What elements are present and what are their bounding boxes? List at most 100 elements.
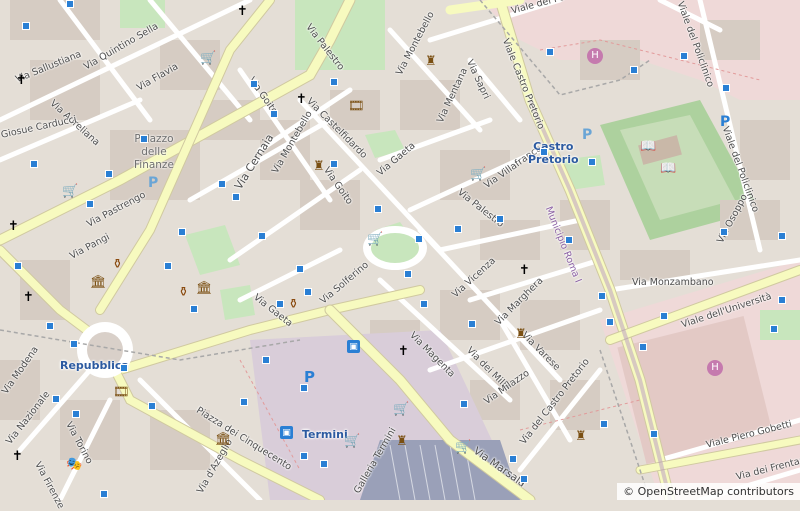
parking-icon[interactable]: P — [148, 176, 158, 190]
bus-stop-marker[interactable] — [258, 232, 266, 240]
bus-stop-marker[interactable] — [650, 430, 658, 438]
bus-stop-marker[interactable] — [565, 236, 573, 244]
bus-stop-marker[interactable] — [320, 460, 328, 468]
church-icon[interactable]: ✝ — [398, 345, 409, 359]
bus-stop-marker[interactable] — [546, 48, 554, 56]
bus-stop-marker[interactable] — [14, 262, 22, 270]
bus-stop-marker[interactable] — [778, 296, 786, 304]
bus-stop-marker[interactable] — [270, 110, 278, 118]
shop-icon[interactable]: 🛒 — [367, 233, 383, 247]
shop-icon[interactable]: 🛒 — [393, 403, 409, 417]
bus-stop-marker[interactable] — [588, 158, 596, 166]
bus-stop-marker[interactable] — [404, 270, 412, 278]
shop-icon[interactable]: 🛒 — [455, 441, 471, 455]
church-icon[interactable]: ✝ — [237, 5, 248, 19]
library-icon[interactable]: 📖 — [640, 140, 656, 154]
bus-stop-marker[interactable] — [250, 80, 258, 88]
cinema-icon[interactable]: 🎞 — [113, 386, 130, 400]
church-icon[interactable]: ✝ — [12, 450, 23, 464]
church-icon[interactable]: ✝ — [296, 93, 307, 107]
bus-stop-marker[interactable] — [304, 288, 312, 296]
place-label-termini[interactable]: Termini — [302, 428, 348, 441]
bus-stop-marker[interactable] — [66, 0, 74, 8]
bus-stop-marker[interactable] — [148, 402, 156, 410]
bus-stop-marker[interactable] — [639, 343, 647, 351]
museum-icon[interactable]: ⚱ — [178, 286, 189, 300]
bus-stop-marker[interactable] — [630, 66, 638, 74]
bus-stop-marker[interactable] — [454, 225, 462, 233]
bus-stop-marker[interactable] — [22, 22, 30, 30]
map-attribution[interactable]: © OpenStreetMap contributors — [617, 483, 800, 500]
bus-stop-marker[interactable] — [86, 200, 94, 208]
place-label-repubblica[interactable]: Repubblica — [60, 359, 129, 372]
office-icon[interactable]: ♜ — [575, 430, 587, 444]
bus-stop-marker[interactable] — [300, 452, 308, 460]
bus-stop-marker[interactable] — [72, 410, 80, 418]
theatre-icon[interactable]: 🎭 — [66, 458, 82, 472]
bus-stop-marker[interactable] — [232, 193, 240, 201]
bus-stop-marker[interactable] — [164, 262, 172, 270]
bus-stop-marker[interactable] — [540, 148, 548, 156]
bus-stop-marker[interactable] — [70, 340, 78, 348]
bus-stop-marker[interactable] — [520, 475, 528, 483]
bus-stop-marker[interactable] — [296, 265, 304, 273]
bus-stop-marker[interactable] — [52, 395, 60, 403]
shop-icon[interactable]: 🛒 — [470, 168, 486, 182]
bus-stop-marker[interactable] — [178, 228, 186, 236]
bus-stop-marker[interactable] — [330, 78, 338, 86]
museum-icon[interactable]: ⚱ — [112, 258, 123, 272]
office-icon[interactable]: ♜ — [396, 435, 408, 449]
shop-icon[interactable]: 🛒 — [344, 435, 360, 449]
bus-stop-marker[interactable] — [720, 228, 728, 236]
bus-stop-marker[interactable] — [120, 364, 128, 372]
bus-stop-marker[interactable] — [598, 292, 606, 300]
office-icon[interactable]: ♜ — [515, 328, 527, 342]
bus-stop-marker[interactable] — [496, 215, 504, 223]
bus-stop-marker[interactable] — [46, 322, 54, 330]
bus-stop-marker[interactable] — [606, 318, 614, 326]
map-canvas[interactable]: Via Palestro Via Palestro Viale Castro P… — [0, 0, 800, 511]
bus-stop-marker[interactable] — [600, 420, 608, 428]
bus-stop-marker[interactable] — [420, 300, 428, 308]
bus-stop-marker[interactable] — [100, 490, 108, 498]
bus-stop-marker[interactable] — [460, 400, 468, 408]
bus-stop-marker[interactable] — [262, 356, 270, 364]
bus-stop-marker[interactable] — [415, 235, 423, 243]
bus-stop-marker[interactable] — [240, 398, 248, 406]
bus-stop-icon[interactable]: ▣ — [280, 426, 293, 439]
place-label-castro-pretorio[interactable]: Castro Pretorio — [528, 140, 579, 166]
parking-icon[interactable]: P — [720, 115, 730, 129]
bus-stop-marker[interactable] — [330, 160, 338, 168]
bus-stop-marker[interactable] — [105, 170, 113, 178]
church-icon[interactable]: ✝ — [23, 291, 34, 305]
bus-stop-marker[interactable] — [374, 205, 382, 213]
bus-stop-marker[interactable] — [509, 455, 517, 463]
bus-stop-marker[interactable] — [276, 300, 284, 308]
office-icon[interactable]: ♜ — [313, 160, 325, 174]
monument-icon[interactable]: 🏛 — [196, 282, 213, 296]
church-icon[interactable]: ✝ — [16, 74, 27, 88]
bus-stop-marker[interactable] — [660, 312, 668, 320]
hospital-icon[interactable]: H — [587, 48, 603, 64]
bus-stop-marker[interactable] — [770, 325, 778, 333]
office-icon[interactable]: ♜ — [425, 55, 437, 69]
monument-icon[interactable]: 🏛 — [90, 276, 107, 290]
shop-icon[interactable]: 🛒 — [62, 185, 78, 199]
shop-icon[interactable]: 🛒 — [200, 52, 216, 66]
bus-stop-icon[interactable]: ▣ — [347, 340, 360, 353]
library-icon[interactable]: 📖 — [660, 162, 676, 176]
museum-icon[interactable]: ⚱ — [288, 298, 299, 312]
bus-stop-marker[interactable] — [680, 52, 688, 60]
bus-stop-marker[interactable] — [778, 232, 786, 240]
bus-stop-marker[interactable] — [190, 305, 198, 313]
bus-stop-marker[interactable] — [30, 160, 38, 168]
bus-stop-marker[interactable] — [468, 320, 476, 328]
hospital-icon[interactable]: H — [707, 360, 723, 376]
cinema-icon[interactable]: 🎞 — [348, 100, 365, 114]
church-icon[interactable]: ✝ — [8, 220, 19, 234]
bus-stop-marker[interactable] — [140, 135, 148, 143]
parking-icon[interactable]: P — [582, 128, 592, 142]
monument-icon[interactable]: 🏛 — [215, 433, 232, 447]
parking-icon[interactable]: P — [304, 370, 315, 385]
bus-stop-marker[interactable] — [218, 180, 226, 188]
